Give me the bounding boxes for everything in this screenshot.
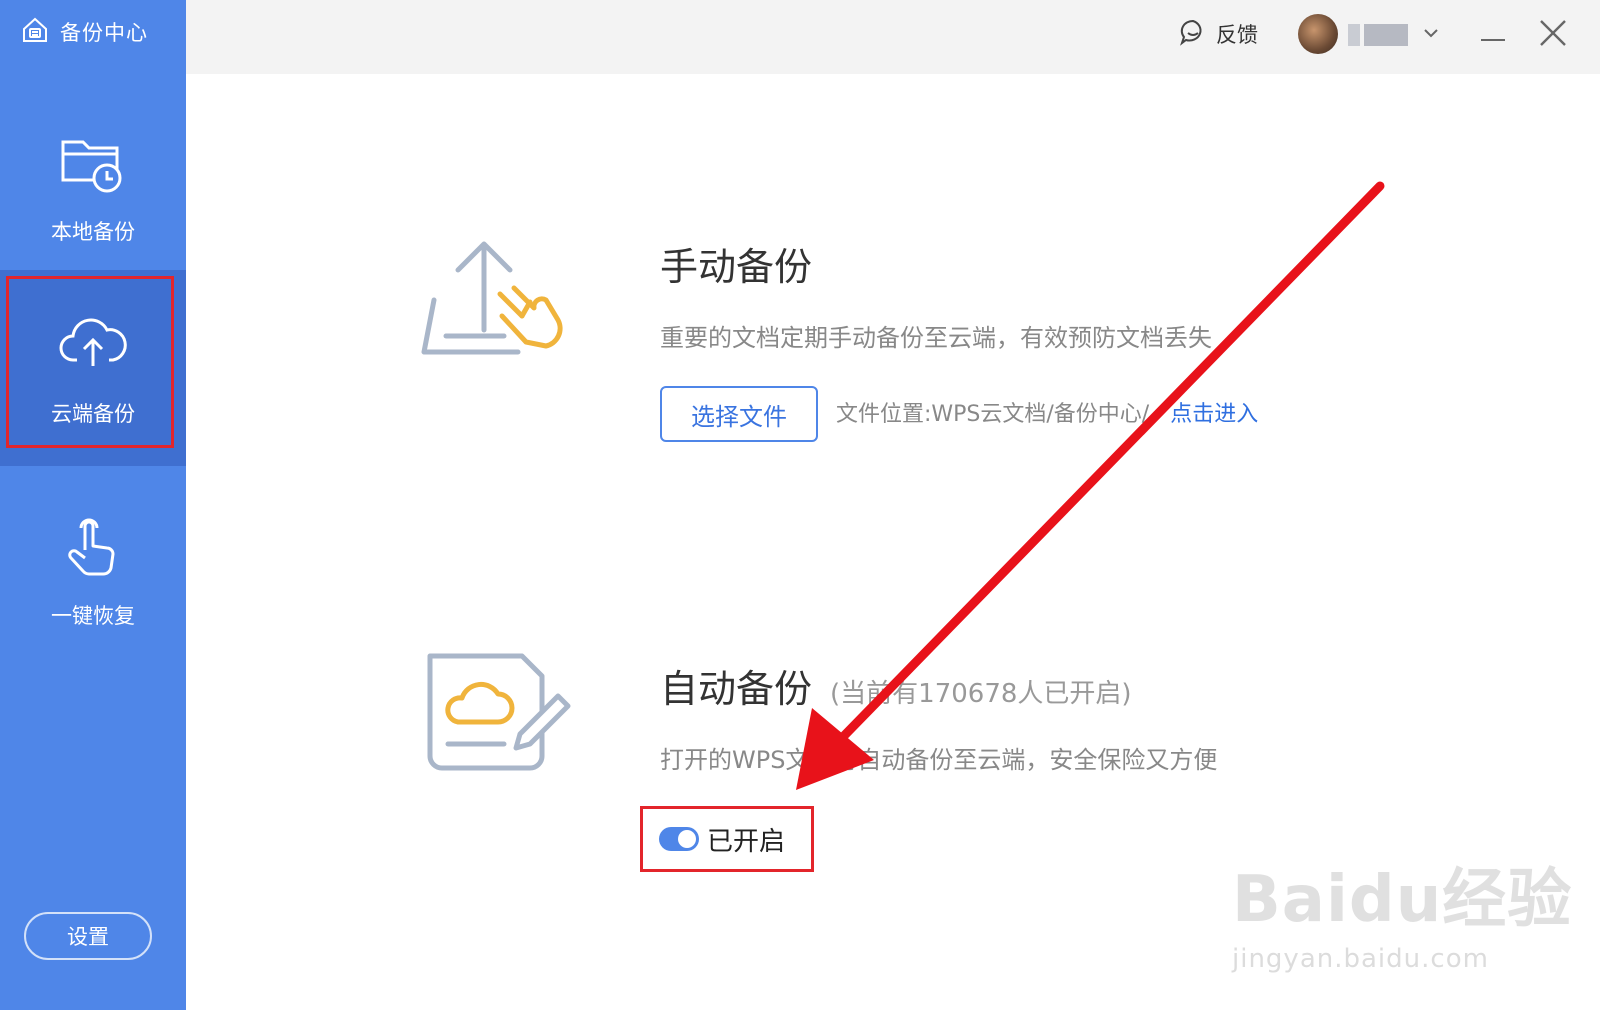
brand-label: 备份中心	[60, 21, 148, 45]
red-highlight-box	[6, 276, 174, 448]
select-file-button[interactable]: 选择文件	[660, 386, 818, 442]
settings-button[interactable]: 设置	[24, 912, 152, 960]
sidebar: 备份中心 本地备份 云端备份 一键恢复 设置	[0, 0, 186, 1010]
sidebar-item-one-key-restore[interactable]: 一键恢复	[0, 480, 186, 660]
cloud-document-edit-icon	[418, 652, 578, 788]
brand: 备份中心	[20, 14, 148, 50]
toggle-switch[interactable]	[659, 827, 699, 851]
file-location: 文件位置:WPS云文档/备份中心/ 点击进入	[836, 396, 1258, 428]
feedback-button[interactable]: 反馈	[1178, 16, 1258, 52]
auto-backup-title-text: 自动备份	[660, 667, 813, 711]
title-bar: 反馈	[186, 0, 1600, 74]
sidebar-item-local-backup[interactable]: 本地备份	[0, 96, 186, 276]
file-location-text: 文件位置:WPS云文档/备份中心/	[836, 402, 1150, 427]
watermark-url: jingyan.baidu.com	[1232, 944, 1489, 974]
minimize-icon[interactable]	[1478, 22, 1508, 52]
backup-center-icon	[20, 15, 50, 49]
auto-backup-user-count: (当前有170678人已开启)	[830, 679, 1132, 709]
toggle-label: 已开启	[707, 826, 786, 857]
upload-hand-icon	[418, 240, 574, 370]
feedback-label: 反馈	[1216, 23, 1258, 47]
manual-backup-title: 手动备份	[660, 245, 813, 289]
username-blurred[interactable]	[1348, 22, 1442, 48]
sidebar-item-label: 一键恢复	[51, 604, 135, 628]
watermark-brand: Baidu经验	[1232, 863, 1573, 937]
sidebar-item-label: 本地备份	[51, 220, 135, 244]
enter-link[interactable]: 点击进入	[1170, 402, 1258, 427]
avatar[interactable]	[1298, 14, 1338, 54]
close-icon[interactable]	[1536, 16, 1570, 50]
auto-backup-description: 打开的WPS文档将自动备份至云端，安全保险又方便	[660, 746, 1218, 774]
hand-tap-icon	[57, 510, 129, 586]
auto-backup-toggle[interactable]: 已开启	[640, 806, 814, 872]
baidu-watermark: Baidu经验 jingyan.baidu.com	[1232, 848, 1572, 974]
auto-backup-title: 自动备份 (当前有170678人已开启)	[660, 658, 1132, 713]
manual-backup-description: 重要的文档定期手动备份至云端，有效预防文档丢失	[660, 324, 1212, 352]
sidebar-item-cloud-backup[interactable]: 云端备份	[0, 270, 186, 466]
chat-bubble-icon	[1178, 17, 1208, 52]
chevron-down-icon	[1412, 22, 1442, 48]
folder-clock-icon	[57, 126, 129, 202]
